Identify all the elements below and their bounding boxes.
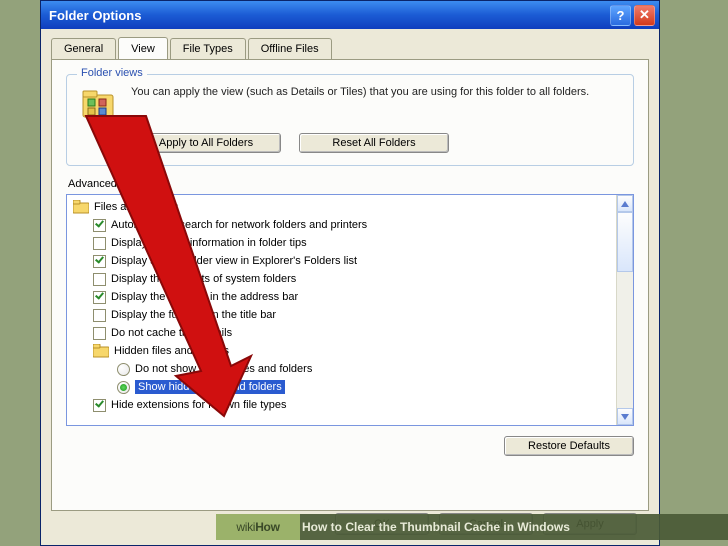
folder-views-icon bbox=[79, 85, 119, 125]
tree-item-label: Display file size information in folder … bbox=[111, 237, 307, 249]
folder-views-desc: You can apply the view (such as Details … bbox=[131, 85, 589, 100]
tree-item[interactable]: Hide extensions for known file types bbox=[71, 396, 612, 414]
tree-item-label: Automatically search for network folders… bbox=[111, 219, 367, 231]
help-icon: ? bbox=[617, 8, 625, 23]
tree-radio-label: Do not show hidden files and folders bbox=[135, 363, 312, 375]
tree-content: Files and Folders Automatically search f… bbox=[67, 195, 616, 425]
tree-item-label: Display the full path in the title bar bbox=[111, 309, 276, 321]
tree-item-label: Display the full path in the address bar bbox=[111, 291, 298, 303]
close-button[interactable]: ✕ bbox=[634, 5, 655, 26]
advanced-settings-tree[interactable]: Files and Folders Automatically search f… bbox=[66, 194, 634, 426]
tree-item[interactable]: Display the full path in the address bar bbox=[71, 288, 612, 306]
tree-item[interactable]: Automatically search for network folders… bbox=[71, 216, 612, 234]
ok-button[interactable]: OK bbox=[335, 513, 429, 535]
tree-group-label: Hidden files and folders bbox=[114, 345, 229, 357]
tree-group-hidden-files[interactable]: Hidden files and folders bbox=[71, 342, 612, 360]
folder-icon bbox=[93, 344, 109, 358]
dialog-buttons: OK Cancel Apply bbox=[41, 513, 659, 535]
radio[interactable] bbox=[117, 363, 130, 376]
tree-item-label: Display simple folder view in Explorer's… bbox=[111, 255, 357, 267]
folder-views-title: Folder views bbox=[77, 67, 147, 79]
checkbox[interactable] bbox=[93, 273, 106, 286]
scroll-up-button[interactable] bbox=[617, 195, 633, 212]
tree-root-files-and-folders[interactable]: Files and Folders bbox=[71, 198, 612, 216]
scrollbar-track[interactable] bbox=[617, 272, 633, 408]
window-title: Folder Options bbox=[49, 8, 607, 23]
reset-all-folders-button[interactable]: Reset All Folders bbox=[299, 133, 449, 153]
checkbox[interactable] bbox=[93, 327, 106, 340]
tree-radio-show-hidden[interactable]: Show hidden files and folders bbox=[71, 378, 612, 396]
tree-item[interactable]: Display file size information in folder … bbox=[71, 234, 612, 252]
scroll-down-button[interactable] bbox=[617, 408, 633, 425]
checkbox[interactable] bbox=[93, 255, 106, 268]
help-button[interactable]: ? bbox=[610, 5, 631, 26]
checkbox[interactable] bbox=[93, 291, 106, 304]
apply-button[interactable]: Apply bbox=[543, 513, 637, 535]
tab-file-types[interactable]: File Types bbox=[170, 38, 246, 60]
tree-item[interactable]: Do not cache thumbnails bbox=[71, 324, 612, 342]
cancel-button[interactable]: Cancel bbox=[439, 513, 533, 535]
close-icon: ✕ bbox=[639, 7, 650, 23]
checkbox[interactable] bbox=[93, 309, 106, 322]
tree-item-label: Display the contents of system folders bbox=[111, 273, 296, 285]
radio[interactable] bbox=[117, 381, 130, 394]
chevron-down-icon bbox=[621, 414, 629, 420]
advanced-settings-label: Advanced settings: bbox=[68, 178, 634, 190]
tab-general[interactable]: General bbox=[51, 38, 116, 60]
vertical-scrollbar[interactable] bbox=[616, 195, 633, 425]
titlebar[interactable]: Folder Options ? ✕ bbox=[41, 1, 659, 29]
checkbox[interactable] bbox=[93, 399, 106, 412]
tree-root-label: Files and Folders bbox=[94, 201, 178, 213]
checkbox[interactable] bbox=[93, 219, 106, 232]
checkbox[interactable] bbox=[93, 237, 106, 250]
tab-panel-view: Folder views You can apply the view (suc… bbox=[51, 59, 649, 511]
scrollbar-thumb[interactable] bbox=[617, 212, 633, 272]
tree-item-label: Do not cache thumbnails bbox=[111, 327, 232, 339]
tree-radio-do-not-show-hidden[interactable]: Do not show hidden files and folders bbox=[71, 360, 612, 378]
restore-defaults-button[interactable]: Restore Defaults bbox=[504, 436, 634, 456]
chevron-up-icon bbox=[621, 201, 629, 207]
tabstrip: General View File Types Offline Files bbox=[41, 29, 659, 59]
tree-item[interactable]: Display simple folder view in Explorer's… bbox=[71, 252, 612, 270]
tab-view[interactable]: View bbox=[118, 37, 168, 59]
tree-item-label: Hide extensions for known file types bbox=[111, 399, 286, 411]
tree-item[interactable]: Display the full path in the title bar bbox=[71, 306, 612, 324]
apply-to-all-folders-button[interactable]: Apply to All Folders bbox=[131, 133, 281, 153]
tab-offline-files[interactable]: Offline Files bbox=[248, 38, 332, 60]
folder-views-group: Folder views You can apply the view (suc… bbox=[66, 74, 634, 166]
tree-item[interactable]: Display the contents of system folders bbox=[71, 270, 612, 288]
tree-radio-label: Show hidden files and folders bbox=[135, 380, 285, 394]
folder-icon bbox=[73, 200, 89, 214]
folder-options-dialog: Folder Options ? ✕ General View File Typ… bbox=[40, 0, 660, 546]
